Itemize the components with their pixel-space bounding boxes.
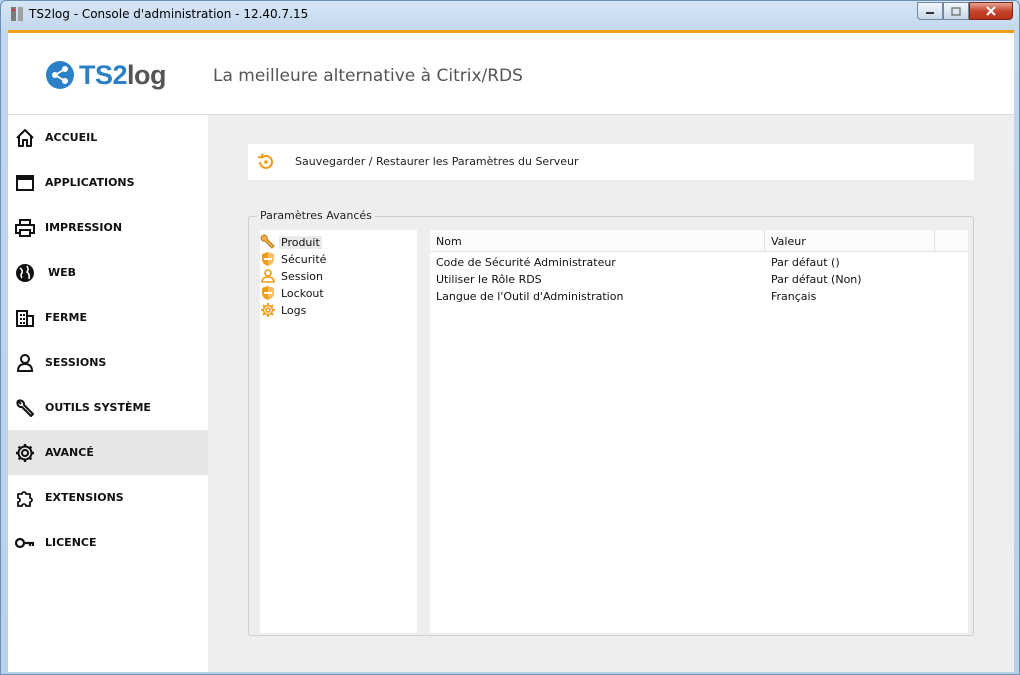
column-header-nom[interactable]: Nom bbox=[436, 235, 462, 248]
shield-icon bbox=[262, 252, 274, 266]
table-row[interactable]: Langue de l'Outil d'Administration Franç… bbox=[430, 288, 968, 305]
puzzle-icon bbox=[17, 490, 33, 507]
sidebar-item-impression[interactable]: IMPRESSION bbox=[8, 205, 208, 250]
settings-tree: Produit Sécurité Session Lockout Logs bbox=[260, 230, 417, 633]
advanced-settings-group: Paramètres Avancés Produit Sécurité Sess… bbox=[248, 209, 974, 636]
user-icon bbox=[16, 353, 34, 372]
column-separator[interactable] bbox=[934, 230, 935, 252]
tree-item-label: Lockout bbox=[281, 286, 324, 300]
tree-item-session[interactable]: Session bbox=[260, 268, 325, 284]
close-icon bbox=[986, 6, 996, 16]
maximize-button[interactable] bbox=[943, 2, 969, 20]
sidebar-item-avance[interactable]: AVANCÉ bbox=[8, 430, 208, 475]
setting-name: Utiliser le Rôle RDS bbox=[436, 273, 542, 286]
tree-item-logs[interactable]: Logs bbox=[260, 302, 308, 318]
window-icon bbox=[16, 174, 34, 191]
setting-name: Code de Sécurité Administrateur bbox=[436, 256, 616, 269]
wrench-icon bbox=[260, 234, 275, 249]
sidebar-item-label: LICENCE bbox=[45, 536, 97, 549]
tree-item-label: Produit bbox=[279, 235, 322, 249]
group-title: Paramètres Avancés bbox=[257, 209, 375, 222]
sidebar-item-sessions[interactable]: SESSIONS bbox=[8, 340, 208, 385]
tree-item-lockout[interactable]: Lockout bbox=[260, 285, 326, 301]
sidebar-item-web[interactable]: WEB bbox=[8, 250, 208, 295]
title-bar[interactable]: TS2log - Console d'administration - 12.4… bbox=[1, 1, 1019, 29]
sidebar-item-outils-systeme[interactable]: OUTILS SYSTÈME bbox=[8, 385, 208, 430]
logo-text: TS2log bbox=[79, 59, 167, 90]
sidebar-item-label: FERME bbox=[45, 311, 87, 324]
user-icon bbox=[261, 269, 275, 283]
sidebar-item-licence[interactable]: LICENCE bbox=[8, 520, 208, 565]
minimize-icon bbox=[926, 12, 934, 14]
app-icon bbox=[11, 7, 23, 21]
tree-item-label: Logs bbox=[281, 303, 307, 317]
gear-icon bbox=[16, 443, 34, 462]
settings-grid: Nom Valeur Code de Sécurité Administrate… bbox=[430, 230, 968, 633]
logo: TS2log bbox=[45, 55, 167, 95]
tree-item-produit[interactable]: Produit bbox=[260, 234, 322, 250]
client-area: TS2log La meilleure alternative à Citrix… bbox=[8, 30, 1014, 672]
sidebar-item-applications[interactable]: APPLICATIONS bbox=[8, 160, 208, 205]
column-separator[interactable] bbox=[764, 230, 765, 252]
minimize-button[interactable] bbox=[917, 2, 943, 20]
main-content: Sauvegarder / Restaurer les Paramètres d… bbox=[208, 115, 1014, 672]
sidebar-item-label: EXTENSIONS bbox=[45, 491, 124, 504]
grid-header: Nom Valeur bbox=[430, 230, 968, 252]
setting-value[interactable]: Français bbox=[771, 290, 816, 303]
sidebar: ACCUEIL APPLICATIONS IMPRESSION WEB FERM… bbox=[8, 115, 208, 672]
window-controls bbox=[917, 2, 1013, 20]
building-icon bbox=[16, 309, 34, 327]
tree-item-label: Sécurité bbox=[281, 252, 327, 266]
sidebar-item-label: ACCUEIL bbox=[45, 131, 98, 144]
app-header: TS2log La meilleure alternative à Citrix… bbox=[8, 33, 1014, 115]
window-title: TS2log - Console d'administration - 12.4… bbox=[29, 7, 309, 21]
home-icon bbox=[16, 128, 34, 147]
key-icon bbox=[14, 537, 35, 548]
sidebar-item-ferme[interactable]: FERME bbox=[8, 295, 208, 340]
wrench-icon bbox=[16, 398, 34, 417]
sidebar-item-label: IMPRESSION bbox=[45, 221, 123, 234]
close-button[interactable] bbox=[969, 2, 1013, 20]
tagline: La meilleure alternative à Citrix/RDS bbox=[213, 66, 523, 86]
shield-icon bbox=[262, 286, 274, 300]
gear-icon bbox=[261, 303, 275, 317]
printer-icon bbox=[15, 218, 35, 237]
column-header-valeur[interactable]: Valeur bbox=[771, 235, 806, 248]
tree-item-label: Session bbox=[281, 269, 323, 283]
table-row[interactable]: Code de Sécurité Administrateur Par défa… bbox=[430, 254, 968, 271]
sidebar-item-label: OUTILS SYSTÈME bbox=[45, 401, 151, 414]
sidebar-item-label: WEB bbox=[48, 266, 77, 279]
app-window: TS2log - Console d'administration - 12.4… bbox=[0, 0, 1020, 675]
sidebar-item-label: AVANCÉ bbox=[45, 446, 94, 459]
ts2log-logo-icon bbox=[46, 61, 74, 89]
setting-name: Langue de l'Outil d'Administration bbox=[436, 290, 624, 303]
setting-value[interactable]: Par défaut (Non) bbox=[771, 273, 862, 286]
tree-item-securite[interactable]: Sécurité bbox=[260, 251, 328, 267]
maximize-icon bbox=[951, 6, 961, 16]
backup-restore-button[interactable]: Sauvegarder / Restaurer les Paramètres d… bbox=[248, 144, 974, 180]
sidebar-item-accueil[interactable]: ACCUEIL bbox=[8, 115, 208, 160]
sidebar-item-label: SESSIONS bbox=[45, 356, 107, 369]
globe-icon bbox=[16, 263, 34, 282]
table-row[interactable]: Utiliser le Rôle RDS Par défaut (Non) bbox=[430, 271, 968, 288]
backup-restore-label: Sauvegarder / Restaurer les Paramètres d… bbox=[295, 155, 579, 168]
sidebar-item-label: APPLICATIONS bbox=[45, 176, 135, 189]
setting-value[interactable]: Par défaut () bbox=[771, 256, 840, 269]
backup-restore-icon bbox=[257, 153, 273, 169]
sidebar-item-extensions[interactable]: EXTENSIONS bbox=[8, 475, 208, 520]
